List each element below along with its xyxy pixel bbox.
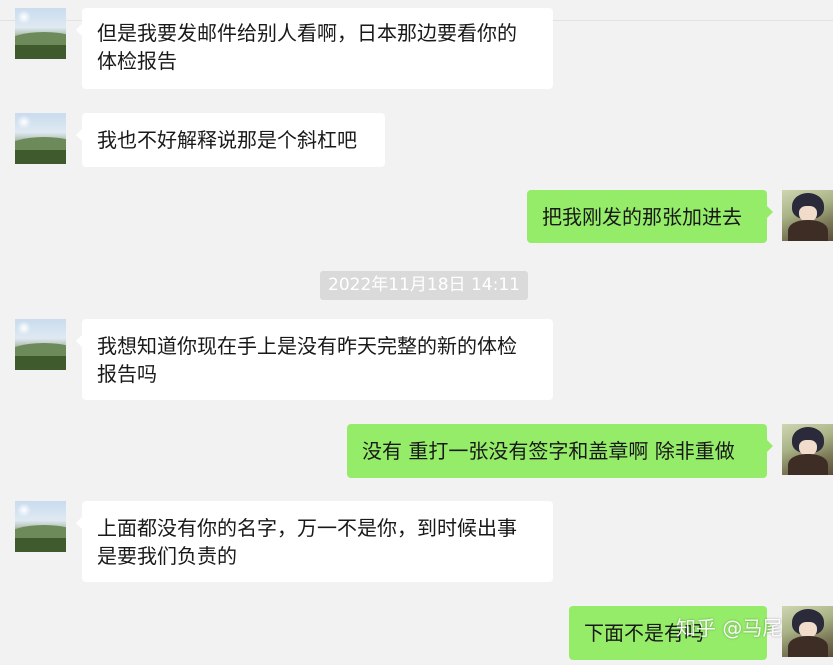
contact-avatar[interactable]: [15, 319, 66, 370]
self-avatar[interactable]: [782, 190, 833, 241]
message-bubble-incoming[interactable]: 我想知道你现在手上是没有昨天完整的新的体检 报告吗: [76, 319, 553, 400]
avatar-sun: [17, 503, 31, 517]
timestamp-divider: 2022年11月18日 14:11: [320, 271, 528, 300]
avatar-sun: [17, 321, 31, 335]
avatar-sun: [17, 115, 31, 129]
avatar-ground: [15, 45, 66, 59]
avatar-ground: [15, 150, 66, 164]
message-text-line: 我想知道你现在手上是没有昨天完整的新的体检: [97, 334, 517, 358]
avatar-ground: [15, 538, 66, 552]
avatar-cloak: [788, 220, 828, 241]
avatar-sun: [17, 10, 31, 24]
avatar-cloak: [788, 636, 828, 657]
message-bubble-incoming[interactable]: 但是我要发邮件给别人看啊，日本那边要看你的 体检报告: [76, 8, 553, 89]
message-text-line: 把我刚发的那张加进去: [542, 205, 742, 229]
contact-avatar[interactable]: [15, 501, 66, 552]
message-text-line: 报告吗: [97, 362, 157, 386]
message-bubble-incoming[interactable]: 我也不好解释说那是个斜杠吧: [76, 113, 385, 167]
self-avatar[interactable]: [782, 424, 833, 475]
message-text-line: 但是我要发邮件给别人看啊，日本那边要看你的: [97, 21, 517, 45]
avatar-ground: [15, 356, 66, 370]
contact-avatar[interactable]: [15, 8, 66, 59]
message-text-line: 我也不好解释说那是个斜杠吧: [97, 128, 357, 152]
watermark: 知乎 @马尾: [676, 616, 783, 640]
avatar-cloak: [788, 454, 828, 475]
contact-avatar[interactable]: [15, 113, 66, 164]
message-text-line: 没有 重打一张没有签字和盖章啊 除非重做: [362, 439, 735, 463]
message-bubble-outgoing[interactable]: 把我刚发的那张加进去: [527, 190, 773, 243]
message-text-line: 上面都没有你的名字，万一不是你，到时候出事: [97, 516, 517, 540]
message-bubble-incoming[interactable]: 上面都没有你的名字，万一不是你，到时候出事 是要我们负责的: [76, 501, 553, 582]
message-bubble-outgoing[interactable]: 没有 重打一张没有签字和盖章啊 除非重做: [347, 424, 773, 478]
self-avatar[interactable]: [782, 606, 833, 657]
message-text-line: 是要我们负责的: [97, 544, 237, 568]
chat-window[interactable]: 但是我要发邮件给别人看啊，日本那边要看你的 体检报告 我也不好解释说那是个斜杠吧…: [0, 0, 833, 665]
message-text-line: 体检报告: [97, 49, 177, 73]
